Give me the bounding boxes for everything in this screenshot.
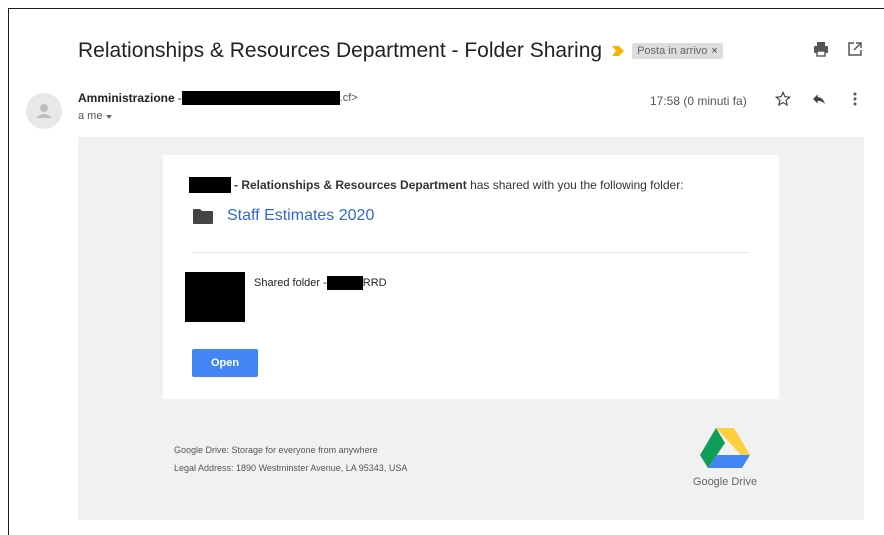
label-chip-inbox[interactable]: Posta in arrivo × <box>632 43 723 59</box>
importance-marker-icon[interactable] <box>612 46 625 56</box>
shared-folder-suffix: RRD <box>362 277 387 289</box>
share-text: has shared with you the following folder… <box>466 178 684 192</box>
sender-domain-suffix: .cf> <box>339 92 358 104</box>
folder-link-row[interactable]: Staff Estimates 2020 <box>193 207 374 225</box>
redacted-folder-thumbnail <box>185 272 245 322</box>
footer-address: Legal Address: 1890 Westminster Avenue, … <box>174 463 408 473</box>
redacted-folder-owner <box>326 276 363 290</box>
redacted-sharer-name <box>189 177 231 193</box>
shared-folder-label: Shared folder - RRD <box>254 276 387 290</box>
recipient-row[interactable]: a me <box>78 110 113 122</box>
email-timestamp: 17:58 (0 minuti fa) <box>650 94 747 108</box>
email-subject: Relationships & Resources Department - F… <box>78 39 603 62</box>
recipient-label: a me <box>78 110 103 122</box>
sender-row: Amministrazione - .cf> <box>78 91 358 105</box>
sender-avatar[interactable] <box>26 93 62 129</box>
print-icon[interactable] <box>812 40 830 58</box>
avatar-icon <box>37 104 51 118</box>
card-divider <box>192 252 748 253</box>
share-org: - Relationships & Resources Department <box>234 178 467 192</box>
share-message: - Relationships & Resources Department h… <box>189 177 684 193</box>
subject-actions <box>812 40 864 58</box>
redacted-sender-email <box>181 91 340 105</box>
open-button[interactable]: Open <box>192 349 258 377</box>
chevron-down-icon[interactable] <box>106 115 113 119</box>
subject-row: Relationships & Resources Department - F… <box>78 36 864 66</box>
google-drive-logo <box>700 428 750 468</box>
google-drive-wordmark: Google Drive <box>692 476 758 488</box>
footer-tagline: Google Drive: Storage for everyone from … <box>174 445 378 455</box>
label-remove-icon[interactable]: × <box>711 45 717 57</box>
label-chip-text: Posta in arrivo <box>637 45 708 57</box>
frame-border-top <box>8 8 884 9</box>
frame-border-left <box>8 8 9 535</box>
star-icon[interactable] <box>774 90 792 108</box>
reply-icon[interactable] <box>810 90 828 108</box>
shared-folder-prefix: Shared folder - <box>254 277 327 289</box>
header-actions <box>774 90 864 108</box>
open-in-new-window-icon[interactable] <box>846 40 864 58</box>
folder-link[interactable]: Staff Estimates 2020 <box>227 207 374 225</box>
folder-icon <box>193 208 213 224</box>
more-vertical-icon[interactable] <box>846 90 864 108</box>
sender-name[interactable]: Amministrazione <box>78 91 175 105</box>
